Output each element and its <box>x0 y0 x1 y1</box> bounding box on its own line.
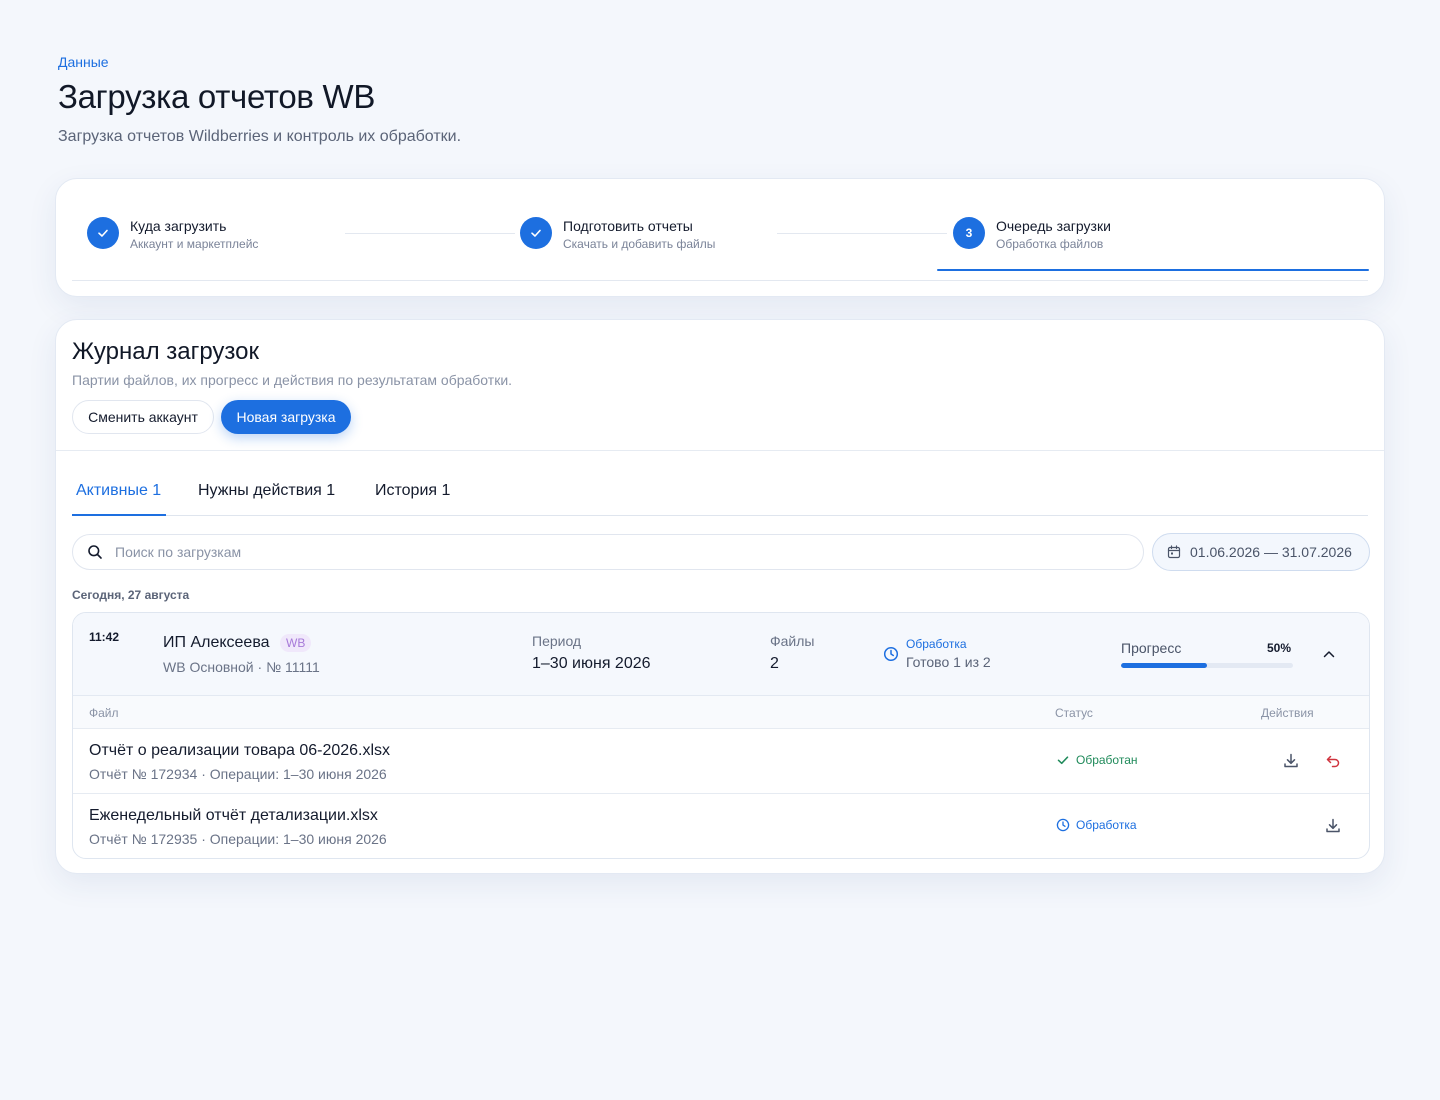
files-count: 2 <box>770 655 779 672</box>
step-active-indicator <box>937 269 1369 271</box>
step-subtitle: Аккаунт и маркетплейс <box>130 237 259 251</box>
column-file: Файл <box>89 706 119 720</box>
search-box[interactable] <box>72 534 1144 570</box>
stepper-card: Куда загрузить Аккаунт и маркетплейс Под… <box>55 178 1385 297</box>
undo-icon[interactable] <box>1324 752 1342 770</box>
status-badge: Обработка <box>1056 818 1137 832</box>
change-account-button[interactable]: Сменить аккаунт <box>72 400 214 434</box>
step-title: Очередь загрузки <box>996 218 1111 234</box>
journal-card: Журнал загрузок Партии файлов, их прогре… <box>55 319 1385 874</box>
step-queue[interactable]: 3 Очередь загрузки Обработка файлов <box>953 217 1111 253</box>
files-table-header: Файл Статус Действия <box>73 696 1369 729</box>
progress-label: Прогресс <box>1121 640 1182 656</box>
progress-fill <box>1121 663 1207 668</box>
divider <box>72 280 1368 281</box>
check-icon <box>520 217 552 249</box>
step-prepare[interactable]: Подготовить отчеты Скачать и добавить фа… <box>520 217 715 253</box>
status-badge: Обработан <box>1056 753 1138 767</box>
table-row: Отчёт о реализации товара 06-2026.xlsx О… <box>73 729 1369 794</box>
batch-header[interactable]: 11:42 ИП Алексеева WB WB Основной · № 11… <box>73 613 1369 696</box>
batch-status-label: Обработка <box>906 637 967 651</box>
date-range-value: 01.06.2026 — 31.07.2026 <box>1190 544 1352 560</box>
search-input[interactable] <box>115 544 1015 560</box>
progress-percent: 50% <box>1267 641 1292 655</box>
page-subtitle: Загрузка отчетов Wildberries и контроль … <box>58 128 462 145</box>
journal-subtitle: Партии файлов, их прогресс и действия по… <box>72 372 513 388</box>
step-number: 3 <box>953 217 985 249</box>
column-status: Статус <box>1055 706 1093 720</box>
download-icon[interactable] <box>1324 817 1342 835</box>
page-title: Загрузка отчетов WB <box>58 78 376 115</box>
tab-active[interactable]: Активные 1 <box>76 482 161 500</box>
check-icon <box>87 217 119 249</box>
step-subtitle: Обработка файлов <box>996 237 1104 251</box>
new-upload-button[interactable]: Новая загрузка <box>221 400 351 434</box>
journal-title: Журнал загрузок <box>72 338 260 365</box>
account-meta: WB Основной · № 11111 <box>163 659 320 675</box>
search-icon <box>87 544 103 560</box>
period-label: Период <box>532 633 582 649</box>
clock-icon <box>883 646 899 662</box>
file-name: Еженедельный отчёт детализации.xlsx <box>89 807 378 824</box>
table-row: Еженедельный отчёт детализации.xlsx Отчё… <box>73 794 1369 858</box>
column-actions: Действия <box>1261 706 1314 720</box>
status-text: Обработан <box>1076 753 1138 767</box>
tabs: Активные 1 Нужны действия 1 История 1 <box>72 470 1368 516</box>
batch-status-value: Готово 1 из 2 <box>906 654 991 670</box>
step-subtitle: Скачать и добавить файлы <box>563 237 716 251</box>
progress-bar <box>1121 663 1293 668</box>
tab-underline <box>72 514 166 516</box>
period-value: 1–30 июня 2026 <box>532 655 651 672</box>
divider <box>56 450 1384 451</box>
step-connector <box>777 233 947 234</box>
download-icon[interactable] <box>1282 752 1300 770</box>
status-text: Обработка <box>1076 818 1137 832</box>
calendar-icon <box>1167 545 1181 559</box>
batch-time: 11:42 <box>89 630 120 644</box>
account-name: ИП Алексеева <box>163 634 270 651</box>
check-icon <box>1056 753 1070 767</box>
date-range-picker[interactable]: 01.06.2026 — 31.07.2026 <box>1152 533 1370 571</box>
tab-history[interactable]: История 1 <box>375 482 450 500</box>
step-title: Куда загрузить <box>130 218 227 234</box>
day-group-label: Сегодня, 27 августа <box>72 588 190 602</box>
files-label: Файлы <box>770 633 815 649</box>
upload-batch: 11:42 ИП Алексеева WB WB Основной · № 11… <box>72 612 1370 859</box>
clock-icon <box>1056 818 1070 832</box>
step-title: Подготовить отчеты <box>563 218 693 234</box>
file-name: Отчёт о реализации товара 06-2026.xlsx <box>89 742 391 759</box>
step-connector <box>345 233 515 234</box>
tab-needs-action[interactable]: Нужны действия 1 <box>198 482 335 500</box>
marketplace-badge: WB <box>280 634 312 652</box>
chevron-up-icon[interactable] <box>1321 646 1337 662</box>
file-meta: Отчёт № 172934 · Операции: 1–30 июня 202… <box>89 766 387 782</box>
file-meta: Отчёт № 172935 · Операции: 1–30 июня 202… <box>89 831 387 847</box>
breadcrumb[interactable]: Данные <box>58 54 109 70</box>
step-account[interactable]: Куда загрузить Аккаунт и маркетплейс <box>87 217 258 253</box>
